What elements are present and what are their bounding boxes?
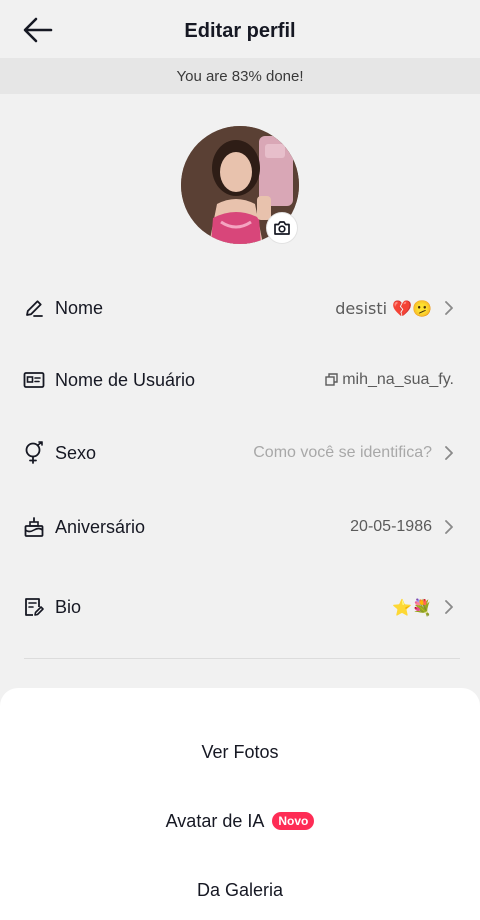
row-username[interactable]: Nome de Usuário mih_na_sua_fy. — [0, 355, 480, 405]
cake-icon — [22, 515, 46, 539]
ai-avatar-label: Avatar de IA — [165, 810, 265, 831]
view-photos-label: Ver Fotos — [201, 741, 279, 762]
view-photos-option[interactable]: Ver Fotos — [0, 727, 480, 777]
chevron-right-icon — [442, 301, 456, 315]
row-name[interactable]: Nome desisti 💔🫤 — [0, 283, 480, 333]
row-bio-label: Bio — [55, 596, 82, 617]
from-gallery-option[interactable]: Da Galeria — [0, 865, 480, 915]
row-username-value: mih_na_sua_fy. — [342, 371, 454, 388]
row-gender[interactable]: Sexo Como você se identifica? — [0, 428, 480, 478]
row-birthday-value: 20-05-1986 — [350, 518, 432, 535]
gender-icon — [22, 441, 46, 465]
row-username-label: Nome de Usuário — [55, 369, 196, 390]
avatar-container[interactable] — [181, 126, 299, 244]
row-birthday[interactable]: Aniversário 20-05-1986 — [0, 502, 480, 552]
row-username-value-wrap[interactable]: mih_na_sua_fy. — [325, 371, 454, 389]
chevron-right-icon — [442, 600, 456, 614]
page-title: Editar perfil — [184, 20, 296, 42]
row-bio-value: ⭐💐 — [392, 597, 432, 617]
edit-profile-page: Editar perfil You are 83% done! Nome des… — [0, 0, 480, 920]
row-bio[interactable]: Bio ⭐💐 — [0, 582, 480, 632]
progress-banner: You are 83% done! — [0, 58, 480, 94]
camera-icon — [274, 221, 290, 235]
new-badge: Novo — [272, 812, 315, 830]
chevron-right-icon — [442, 520, 456, 534]
id-card-icon — [22, 368, 46, 392]
ai-avatar-option[interactable]: Avatar de IA Novo — [0, 796, 480, 846]
pencil-icon — [22, 296, 46, 320]
row-name-label: Nome — [55, 297, 104, 318]
row-name-value: desisti 💔🫤 — [335, 298, 432, 318]
photo-options-sheet: Ver Fotos Avatar de IA Novo Da Galeria — [0, 688, 480, 920]
bio-edit-icon — [22, 595, 46, 619]
change-photo-button[interactable] — [267, 213, 297, 243]
header: Editar perfil — [0, 0, 480, 58]
chevron-right-icon — [442, 446, 456, 460]
copy-icon — [325, 373, 338, 386]
row-gender-value: Como você se identifica? — [253, 444, 432, 461]
row-gender-label: Sexo — [55, 442, 97, 463]
divider — [24, 658, 460, 659]
from-gallery-label: Da Galeria — [196, 879, 284, 900]
row-birthday-label: Aniversário — [55, 516, 146, 537]
